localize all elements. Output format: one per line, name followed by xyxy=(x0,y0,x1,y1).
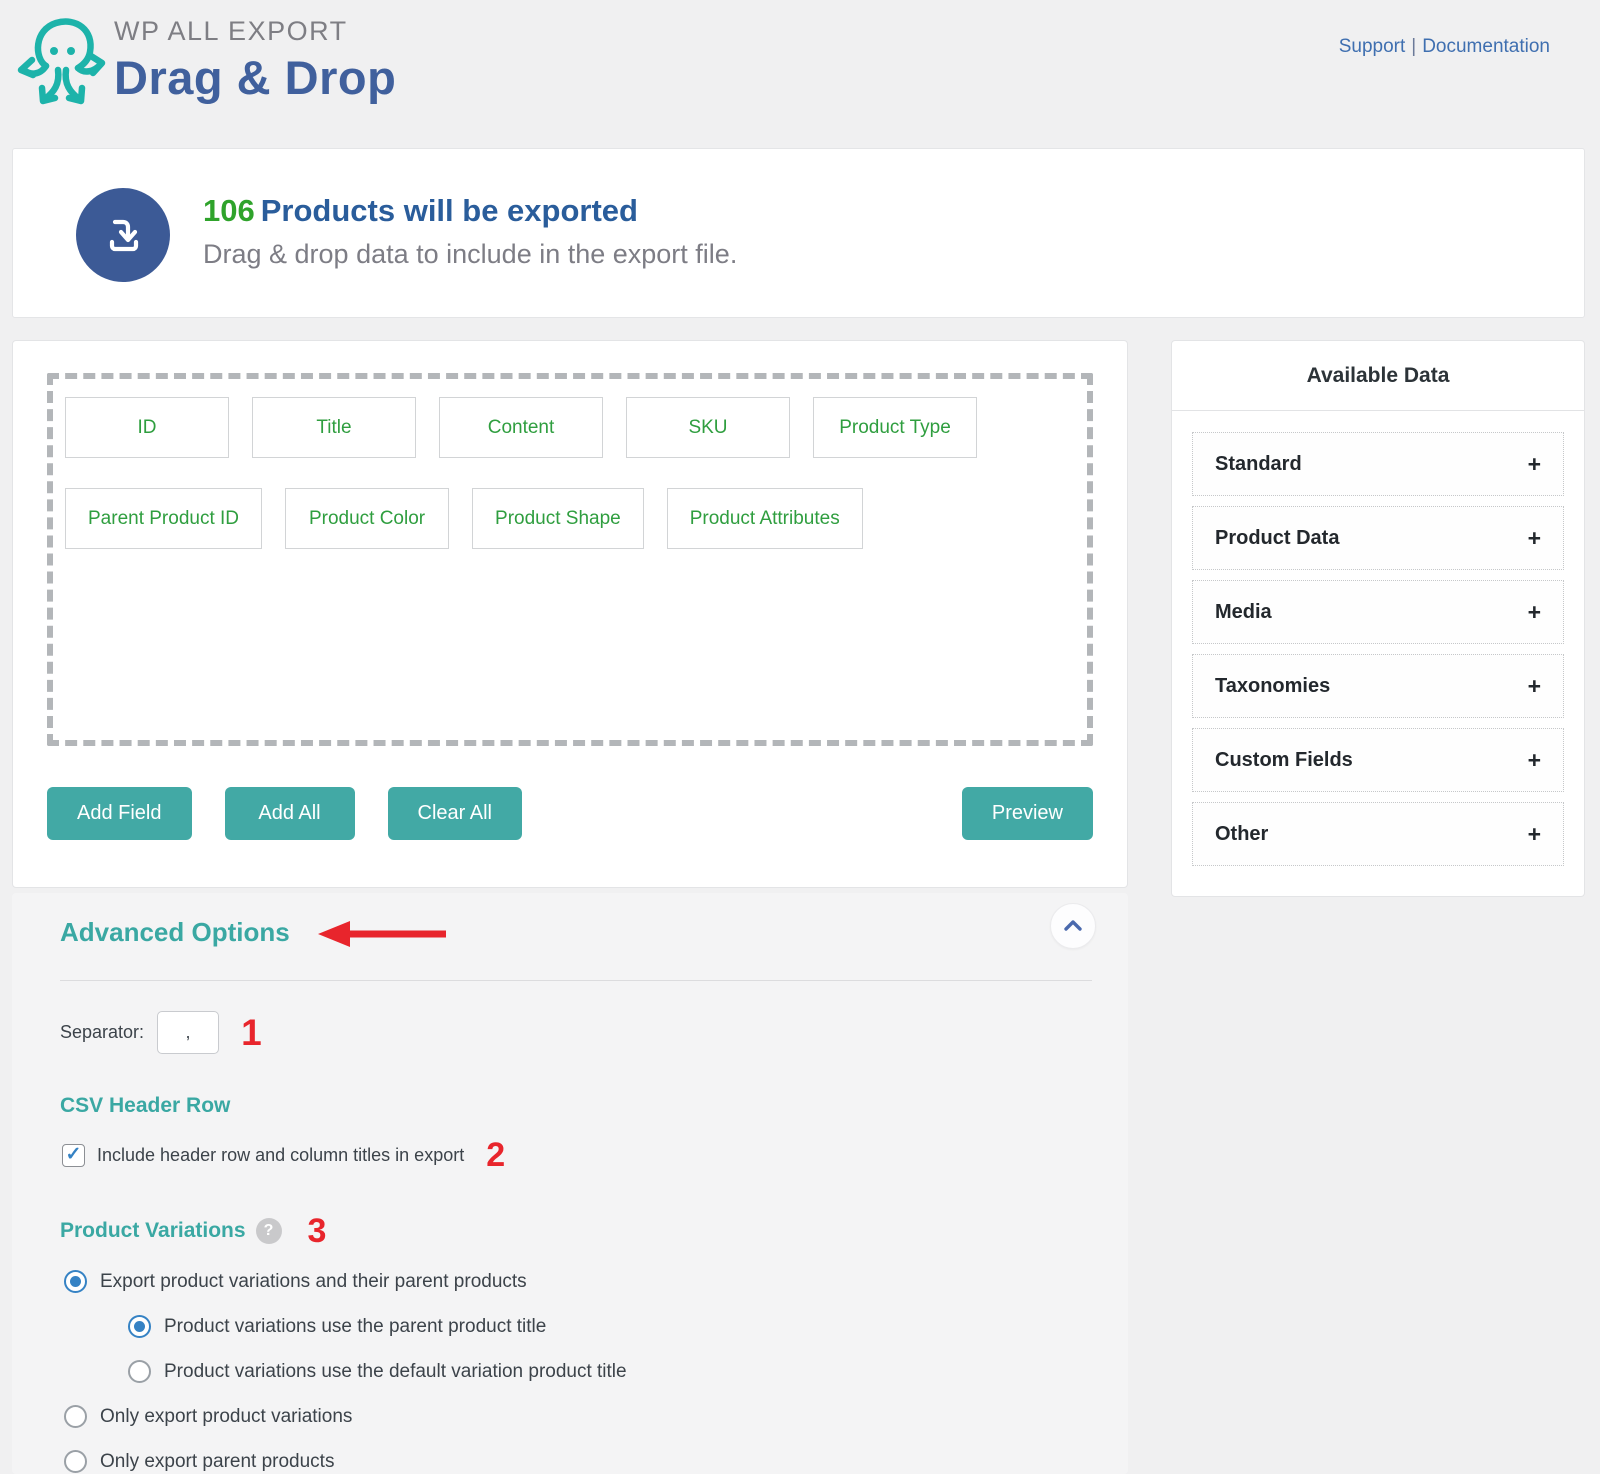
checkmark-icon: ✓ xyxy=(66,1145,82,1164)
advanced-options-title[interactable]: Advanced Options xyxy=(60,917,290,948)
sidebar-item-other[interactable]: Other + xyxy=(1192,802,1564,866)
sidebar-item-label: Custom Fields xyxy=(1215,749,1353,772)
preview-button[interactable]: Preview xyxy=(962,787,1093,840)
sidebar-item-standard[interactable]: Standard + xyxy=(1192,432,1564,496)
field-chip-title[interactable]: Title xyxy=(252,397,416,458)
separator-label: Separator: xyxy=(60,1022,144,1043)
field-chip-row-1: ID Title Content SKU Product Type xyxy=(65,397,1075,458)
radio-button[interactable] xyxy=(128,1315,151,1338)
add-field-button[interactable]: Add Field xyxy=(47,787,192,840)
field-chip-sku[interactable]: SKU xyxy=(626,397,790,458)
link-separator: | xyxy=(1411,36,1416,57)
expand-plus-icon[interactable]: + xyxy=(1528,525,1541,552)
sidebar-item-label: Other xyxy=(1215,823,1268,846)
product-variations-header: Product Variations ? 3 xyxy=(60,1214,1128,1248)
brand-block: WP ALL EXPORT Drag & Drop xyxy=(114,16,396,105)
field-chip-row-2: Parent Product ID Product Color Product … xyxy=(65,488,1075,549)
octopus-logo-icon xyxy=(12,14,112,120)
radio-label: Only export parent products xyxy=(100,1451,334,1473)
include-header-checkbox[interactable]: ✓ xyxy=(62,1144,85,1167)
radio-variations-use-parent-title[interactable]: Product variations use the parent produc… xyxy=(128,1315,1128,1338)
field-chip-product-attributes[interactable]: Product Attributes xyxy=(667,488,863,549)
radio-button[interactable] xyxy=(64,1405,87,1428)
collapse-section-button[interactable] xyxy=(1050,903,1096,949)
radio-label: Export product variations and their pare… xyxy=(100,1271,527,1293)
brand-name: WP ALL EXPORT xyxy=(114,16,396,47)
sidebar-item-label: Taxonomies xyxy=(1215,675,1330,698)
radio-only-export-parents[interactable]: Only export parent products xyxy=(64,1450,1128,1473)
advanced-options-panel: Advanced Options Separator: 1 CSV Header… xyxy=(12,893,1128,1474)
radio-label: Only export product variations xyxy=(100,1406,352,1428)
section-divider xyxy=(60,980,1092,981)
available-data-panel: Available Data Standard + Product Data +… xyxy=(1171,340,1585,897)
editor-toolbar: Add Field Add All Clear All Preview xyxy=(47,787,1093,840)
banner-text: 106Products will be exported Drag & drop… xyxy=(203,193,737,270)
expand-plus-icon[interactable]: + xyxy=(1528,673,1541,700)
product-variations-title: Product Variations xyxy=(60,1219,246,1243)
export-count: 106 xyxy=(203,193,255,228)
field-chip-product-type[interactable]: Product Type xyxy=(813,397,977,458)
annotation-number-1: 1 xyxy=(241,1014,262,1051)
annotation-arrow xyxy=(318,919,446,949)
field-chip-product-color[interactable]: Product Color xyxy=(285,488,449,549)
banner-subtitle: Drag & drop data to include in the expor… xyxy=(203,239,737,270)
export-summary-banner: 106Products will be exported Drag & drop… xyxy=(12,148,1585,318)
sidebar-item-label: Media xyxy=(1215,601,1272,624)
field-chip-id[interactable]: ID xyxy=(65,397,229,458)
expand-plus-icon[interactable]: + xyxy=(1528,747,1541,774)
chevron-up-icon xyxy=(1061,914,1085,938)
separator-input[interactable] xyxy=(157,1011,219,1054)
expand-plus-icon[interactable]: + xyxy=(1528,599,1541,626)
sidebar-item-taxonomies[interactable]: Taxonomies + xyxy=(1192,654,1564,718)
top-bar: WP ALL EXPORT Drag & Drop Support| Docume… xyxy=(0,0,1600,148)
radio-button[interactable] xyxy=(128,1360,151,1383)
field-chip-content[interactable]: Content xyxy=(439,397,603,458)
csv-header-row-title: CSV Header Row xyxy=(60,1094,1128,1118)
radio-label: Product variations use the default varia… xyxy=(164,1361,627,1383)
support-link[interactable]: Support xyxy=(1339,36,1406,57)
sidebar-item-product-data[interactable]: Product Data + xyxy=(1192,506,1564,570)
sidebar-item-custom-fields[interactable]: Custom Fields + xyxy=(1192,728,1564,792)
radio-button[interactable] xyxy=(64,1270,87,1293)
radio-label: Product variations use the parent produc… xyxy=(164,1316,546,1338)
sidebar-item-label: Standard xyxy=(1215,453,1302,476)
radio-button[interactable] xyxy=(64,1450,87,1473)
expand-plus-icon[interactable]: + xyxy=(1528,451,1541,478)
annotation-number-2: 2 xyxy=(486,1138,505,1172)
advanced-options-header: Advanced Options xyxy=(12,893,1128,949)
clear-all-button[interactable]: Clear All xyxy=(388,787,522,840)
include-header-label: Include header row and column titles in … xyxy=(97,1145,464,1166)
top-links: Support| Documentation xyxy=(1339,36,1550,58)
download-icon xyxy=(76,188,170,282)
export-builder-panel: ID Title Content SKU Product Type Parent… xyxy=(12,340,1128,888)
field-dropzone[interactable]: ID Title Content SKU Product Type Parent… xyxy=(47,373,1093,746)
radio-variations-use-default-title[interactable]: Product variations use the default varia… xyxy=(128,1360,1128,1383)
documentation-link[interactable]: Documentation xyxy=(1422,36,1550,57)
available-data-list: Standard + Product Data + Media + Taxono… xyxy=(1172,411,1584,887)
separator-setting-row: Separator: 1 xyxy=(60,1011,1128,1054)
field-chip-parent-product-id[interactable]: Parent Product ID xyxy=(65,488,262,549)
sidebar-item-label: Product Data xyxy=(1215,527,1339,550)
field-chip-product-shape[interactable]: Product Shape xyxy=(472,488,644,549)
csv-header-checkbox-row: ✓ Include header row and column titles i… xyxy=(62,1138,1128,1172)
radio-export-variations-and-parents[interactable]: Export product variations and their pare… xyxy=(64,1270,1128,1293)
page-title: Drag & Drop xyxy=(114,50,396,105)
export-count-label: Products will be exported xyxy=(261,193,638,228)
radio-only-export-variations[interactable]: Only export product variations xyxy=(64,1405,1128,1428)
export-count-title: 106Products will be exported xyxy=(203,193,737,229)
add-all-button[interactable]: Add All xyxy=(225,787,355,840)
sidebar-item-media[interactable]: Media + xyxy=(1192,580,1564,644)
annotation-number-3: 3 xyxy=(308,1214,327,1248)
expand-plus-icon[interactable]: + xyxy=(1528,821,1541,848)
available-data-title: Available Data xyxy=(1172,341,1584,411)
help-icon[interactable]: ? xyxy=(256,1218,282,1244)
